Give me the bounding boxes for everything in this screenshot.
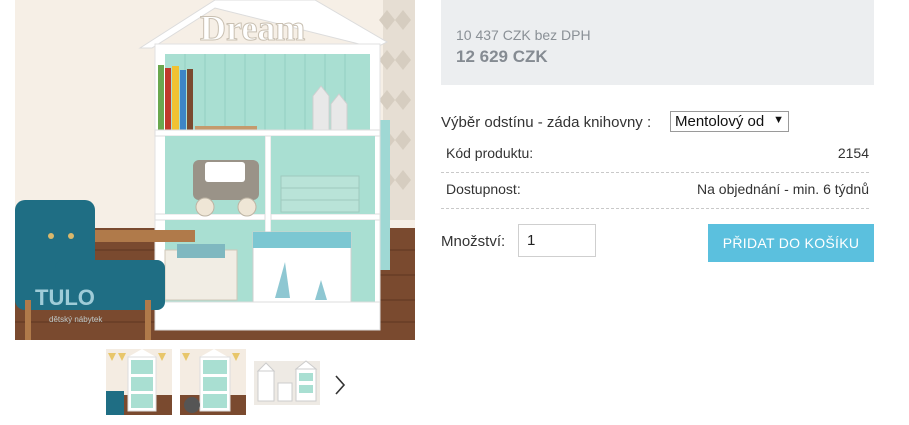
price-box: 10 437 CZK bez DPH 12 629 CZK xyxy=(441,0,874,85)
quantity-input[interactable] xyxy=(518,224,596,257)
quantity-label: Množství: xyxy=(441,233,506,250)
spec-value: 2154 xyxy=(837,145,869,161)
dream-sign-text: Dream xyxy=(200,8,305,48)
thumbnail-3[interactable] xyxy=(254,349,320,415)
product-main-image[interactable]: Dream TULO dětský nábytek xyxy=(15,0,415,340)
variant-label: Výběr odstínu - záda knihovny : xyxy=(441,114,652,131)
variant-select[interactable]: Mentolový od ▼ xyxy=(670,111,789,132)
thumbnail-strip xyxy=(106,348,320,416)
spec-row-availability: Dostupnost: Na objednání - min. 6 týdnů xyxy=(441,172,869,209)
spec-label: Dostupnost: xyxy=(446,181,521,197)
spec-label: Kód produktu: xyxy=(446,145,534,161)
spec-row-product-code: Kód produktu: 2154 xyxy=(441,136,869,173)
spec-value: Na objednání - min. 6 týdnů xyxy=(697,181,869,197)
chevron-right-icon[interactable] xyxy=(332,372,348,398)
add-to-cart-button[interactable]: PŘIDAT DO KOŠÍKU xyxy=(708,224,874,262)
tulo-logo-subtitle: dětský nábytek xyxy=(49,315,103,324)
thumbnail-2[interactable] xyxy=(180,349,246,415)
price-without-vat: 10 437 CZK bez DPH xyxy=(456,27,591,43)
variant-selected-value: Mentolový od xyxy=(675,113,765,130)
tulo-logo: TULO xyxy=(35,285,95,310)
price-with-vat: 12 629 CZK xyxy=(456,47,548,66)
thumbnail-1[interactable] xyxy=(106,349,172,415)
dropdown-caret-icon: ▼ xyxy=(773,114,784,126)
